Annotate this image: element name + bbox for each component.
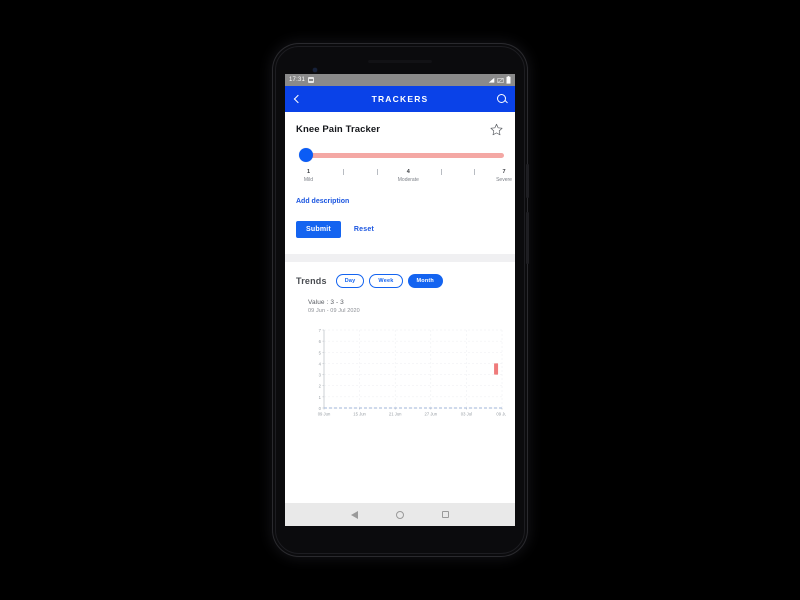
- app-bar: TRACKERS: [285, 86, 515, 112]
- power-button[interactable]: [526, 164, 529, 198]
- status-bar: 17:31: [285, 74, 515, 86]
- y-axis-tick-label: 1: [319, 395, 322, 400]
- trends-title: Trends: [296, 276, 327, 286]
- tracker-title: Knee Pain Tracker: [296, 124, 381, 135]
- slider-track[interactable]: [306, 153, 504, 158]
- trend-value-text: Value : 3 - 3: [308, 299, 344, 306]
- trend-chart-svg: 7 6 5 4 3 2 1 009 Jun 15 Jun 21 Jun 27 Jun 03 Jul 09…: [318, 328, 506, 417]
- star-outline-icon[interactable]: [489, 122, 504, 137]
- y-axis-tick-label: 7: [319, 328, 322, 333]
- y-axis-tick-label: 0: [319, 406, 322, 411]
- scale-label: Moderate: [397, 177, 419, 183]
- tick-mark: [343, 169, 345, 175]
- x-axis-tick-label: 15 Jun: [353, 412, 366, 417]
- search-icon[interactable]: [496, 93, 508, 105]
- slider-thumb[interactable]: [299, 148, 313, 162]
- battery-icon: [506, 76, 511, 84]
- page-title: TRACKERS: [371, 94, 429, 104]
- add-description-link[interactable]: Add description: [296, 198, 504, 205]
- x-axis-tick-label: 03 Jul: [461, 412, 472, 417]
- screenshot-stage: 17:31 TRACKERS Knee Pain Tracker 1 Mild …: [0, 0, 800, 600]
- submit-button[interactable]: Submit: [296, 221, 341, 238]
- pain-level-slider[interactable]: [296, 148, 504, 162]
- section-divider: [285, 254, 515, 262]
- notification-icon: [308, 77, 315, 83]
- phone-screen: 17:31 TRACKERS Knee Pain Tracker 1 Mild …: [285, 74, 515, 526]
- front-camera-icon: [313, 68, 317, 72]
- status-bar-right: [488, 76, 511, 84]
- scale-tick-1: 1 Mild: [288, 169, 328, 183]
- triangle-back-icon[interactable]: [350, 510, 358, 519]
- y-axis-tick-label: 4: [319, 361, 322, 366]
- android-nav-bar: [285, 503, 515, 526]
- scale-number: 7: [502, 169, 506, 175]
- scale-label: Mild: [303, 177, 314, 183]
- trend-summary: Value : 3 - 3 09 Jun - 09 Jul 2020: [296, 298, 504, 315]
- range-selector: Day Week Month: [335, 274, 443, 288]
- tracker-actions: Submit Reset: [296, 221, 504, 254]
- y-axis-tick-label: 5: [319, 350, 322, 355]
- tracker-header: Knee Pain Tracker: [296, 122, 504, 137]
- trend-chart: 7 6 5 4 3 2 1 0 09 Jun 15 Jun 21 Jun 27 Jun 03 Jul 09…: [296, 326, 506, 424]
- trends-header: Trends Day Week Month: [296, 274, 504, 288]
- pain-scale: 1 Mild 4 Moderate 7 Severe: [296, 169, 512, 189]
- square-recents-icon[interactable]: [441, 510, 450, 519]
- earpiece-speaker: [368, 60, 432, 63]
- status-bar-clock: 17:31: [289, 77, 306, 83]
- scale-number: 1: [306, 169, 310, 175]
- tick-mark: [474, 169, 476, 175]
- tick-mark: [376, 169, 378, 175]
- circle-home-icon[interactable]: [395, 510, 404, 519]
- x-axis-tick-label: 21 Jun: [389, 412, 402, 417]
- y-axis-tick-label: 2: [319, 384, 322, 389]
- reset-button[interactable]: Reset: [354, 226, 374, 233]
- scale-tick-7: 7 Severe: [484, 169, 515, 183]
- range-day-button[interactable]: Day: [335, 274, 365, 288]
- back-chevron-icon[interactable]: [292, 94, 302, 104]
- signal-icon: [497, 77, 504, 83]
- phone-device-frame: 17:31 TRACKERS Knee Pain Tracker 1 Mild …: [273, 44, 529, 556]
- status-bar-left: 17:31: [289, 77, 315, 83]
- wifi-icon: [488, 77, 495, 83]
- scale-number: 4: [406, 169, 410, 175]
- x-axis-tick-label: 09 Jun: [318, 412, 331, 417]
- tick-mark: [441, 169, 443, 175]
- chart-bar: [494, 363, 499, 375]
- x-axis-tick-label: 09 Jul: [496, 412, 506, 417]
- y-axis-tick-label: 3: [319, 373, 322, 378]
- y-axis-tick-label: 6: [319, 339, 322, 344]
- scale-label: Severe: [496, 177, 512, 183]
- tracker-card: Knee Pain Tracker 1 Mild 4 Moderate 7 Se…: [285, 112, 515, 254]
- trends-card: Trends Day Week Month Value : 3 - 3 09 J…: [285, 262, 515, 430]
- range-week-button[interactable]: Week: [369, 274, 403, 288]
- volume-button[interactable]: [526, 212, 529, 264]
- range-month-button[interactable]: Month: [407, 274, 443, 288]
- trend-date-range: 09 Jun - 09 Jul 2020: [308, 308, 360, 314]
- x-axis-tick-label: 27 Jun: [425, 412, 438, 417]
